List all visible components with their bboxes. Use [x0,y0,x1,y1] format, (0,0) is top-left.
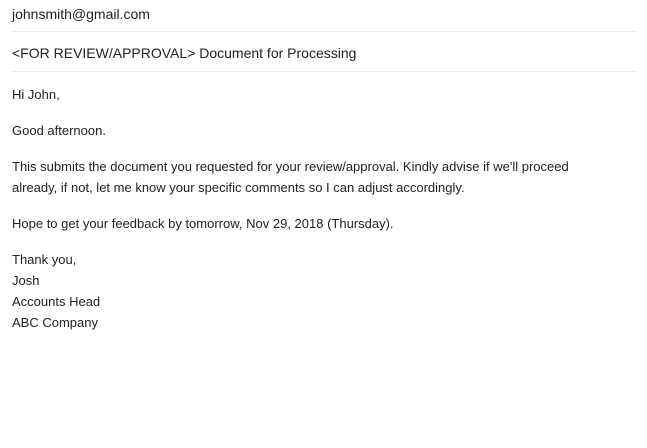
salutation-line: Good afternoon. [12,123,106,138]
subject-field[interactable]: <FOR REVIEW/APPROVAL> Document for Proce… [12,32,636,72]
body-paragraph-deadline: Hope to get your feedback by tomorrow, N… [12,216,394,231]
subject-text[interactable]: <FOR REVIEW/APPROVAL> Document for Proce… [12,44,356,62]
email-compose-window: johnsmith@gmail.com <FOR REVIEW/APPROVAL… [0,0,647,448]
body-paragraph-request-line-2: already, if not, let me know your specif… [12,180,465,195]
recipient-address[interactable]: johnsmith@gmail.com [12,5,150,23]
signature-title: Accounts Head [12,294,101,309]
to-field[interactable]: johnsmith@gmail.com [12,0,636,32]
signature-company: ABC Company [12,315,98,330]
message-body[interactable]: Hi John, Good afternoon. This submits th… [12,84,636,348]
signature-block: Thank you, Josh Accounts Head ABC Compan… [12,249,636,333]
greeting-line: Hi John, [12,87,60,102]
body-paragraph-request: This submits the document you requested … [12,156,636,198]
signature-closing: Thank you, [12,252,77,267]
body-paragraph-request-line-1: This submits the document you requested … [12,159,569,174]
signature-name: Josh [12,273,40,288]
